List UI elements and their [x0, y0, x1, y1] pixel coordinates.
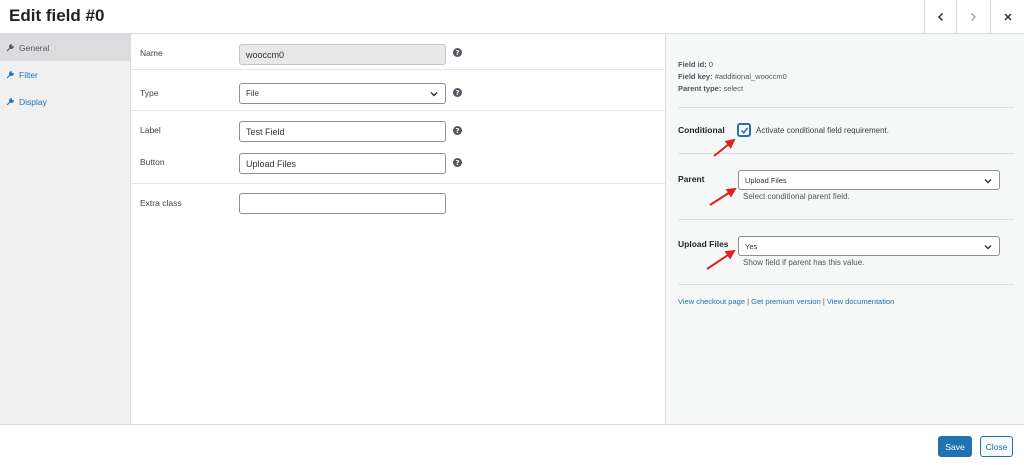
modal-header: Edit field #0 [0, 0, 1024, 34]
tab-general[interactable]: General [0, 34, 130, 61]
close-icon [1003, 13, 1012, 21]
parent-description: Select conditional parent field. [743, 192, 850, 201]
wrench-icon [6, 97, 14, 106]
name-input[interactable]: wooccm0 [239, 44, 446, 65]
divider [678, 219, 1014, 220]
view-checkout-link[interactable]: View checkout page [678, 297, 745, 306]
chevron-left-icon [937, 12, 943, 22]
chevron-down-icon [984, 179, 992, 184]
label-input[interactable]: Test Field [239, 121, 446, 142]
modal-footer: Save Close [0, 424, 1024, 465]
conditional-label: Conditional [678, 125, 725, 135]
tab-filter[interactable]: Filter [0, 61, 130, 88]
checkmark-icon [740, 126, 748, 134]
premium-link[interactable]: Get premium version [751, 297, 821, 306]
field-id: Field id: 0 [678, 60, 714, 69]
save-button[interactable]: Save [938, 436, 972, 457]
help-icon[interactable]: ? [453, 126, 462, 135]
conditional-checkbox[interactable] [738, 124, 750, 136]
upload-files-label: Upload Files [678, 239, 729, 249]
link-separator: | [822, 297, 825, 306]
next-button[interactable] [956, 0, 988, 34]
divider [131, 69, 665, 70]
divider [678, 153, 1014, 154]
link-separator: | [747, 297, 750, 306]
label-label: Label [140, 125, 161, 135]
parent-select[interactable]: Upload Files [738, 170, 1000, 190]
close-footer-button[interactable]: Close [980, 436, 1013, 457]
upload-files-select-value: Yes [745, 241, 758, 251]
help-icon[interactable]: ? [453, 48, 462, 57]
upload-files-select[interactable]: Yes [738, 236, 1000, 256]
extra-class-label: Extra class [140, 198, 182, 208]
name-label: Name [140, 48, 163, 58]
parent-type: Parent type: select [678, 84, 744, 93]
parent-label: Parent [678, 174, 705, 184]
main-form: Name wooccm0 ? Type File ? Label Test Fi… [131, 34, 665, 424]
documentation-link[interactable]: View documentation [827, 297, 894, 306]
modal-title: Edit field #0 [9, 6, 105, 25]
conditional-panel: Field id: 0 Field key: #additional_woocc… [665, 34, 1024, 424]
divider [131, 183, 665, 184]
tab-display[interactable]: Display [0, 88, 130, 115]
parent-select-value: Upload Files [745, 175, 787, 185]
edit-field-modal: Edit field #0 General Filter Display Nam… [0, 0, 1024, 465]
chevron-down-icon [984, 245, 992, 250]
help-icon[interactable]: ? [453, 158, 462, 167]
upload-files-description: Show field if parent has this value. [743, 258, 865, 267]
button-label: Button [140, 157, 165, 167]
prev-button[interactable] [924, 0, 956, 34]
wrench-icon [6, 43, 14, 52]
tab-label: Filter [19, 69, 38, 80]
type-label: Type [140, 88, 159, 98]
close-button[interactable] [990, 0, 1024, 34]
divider [131, 110, 665, 111]
divider [678, 107, 1014, 108]
wrench-icon [6, 70, 14, 79]
type-select-value: File [246, 89, 259, 98]
panel-links: View checkout page | Get premium version… [678, 297, 894, 306]
button-input[interactable]: Upload Files [239, 153, 446, 174]
field-key: Field key: #additional_wooccm0 [678, 72, 787, 81]
help-icon[interactable]: ? [453, 88, 462, 97]
chevron-down-icon [430, 92, 438, 97]
conditional-description: Activate conditional field requirement. [756, 126, 889, 135]
chevron-right-icon [970, 12, 976, 22]
divider [678, 284, 1014, 285]
sidebar: General Filter Display [0, 34, 131, 424]
tab-label: General [19, 42, 50, 53]
tab-label: Display [19, 96, 47, 107]
extra-class-input[interactable] [239, 193, 446, 214]
type-select[interactable]: File [239, 83, 446, 104]
